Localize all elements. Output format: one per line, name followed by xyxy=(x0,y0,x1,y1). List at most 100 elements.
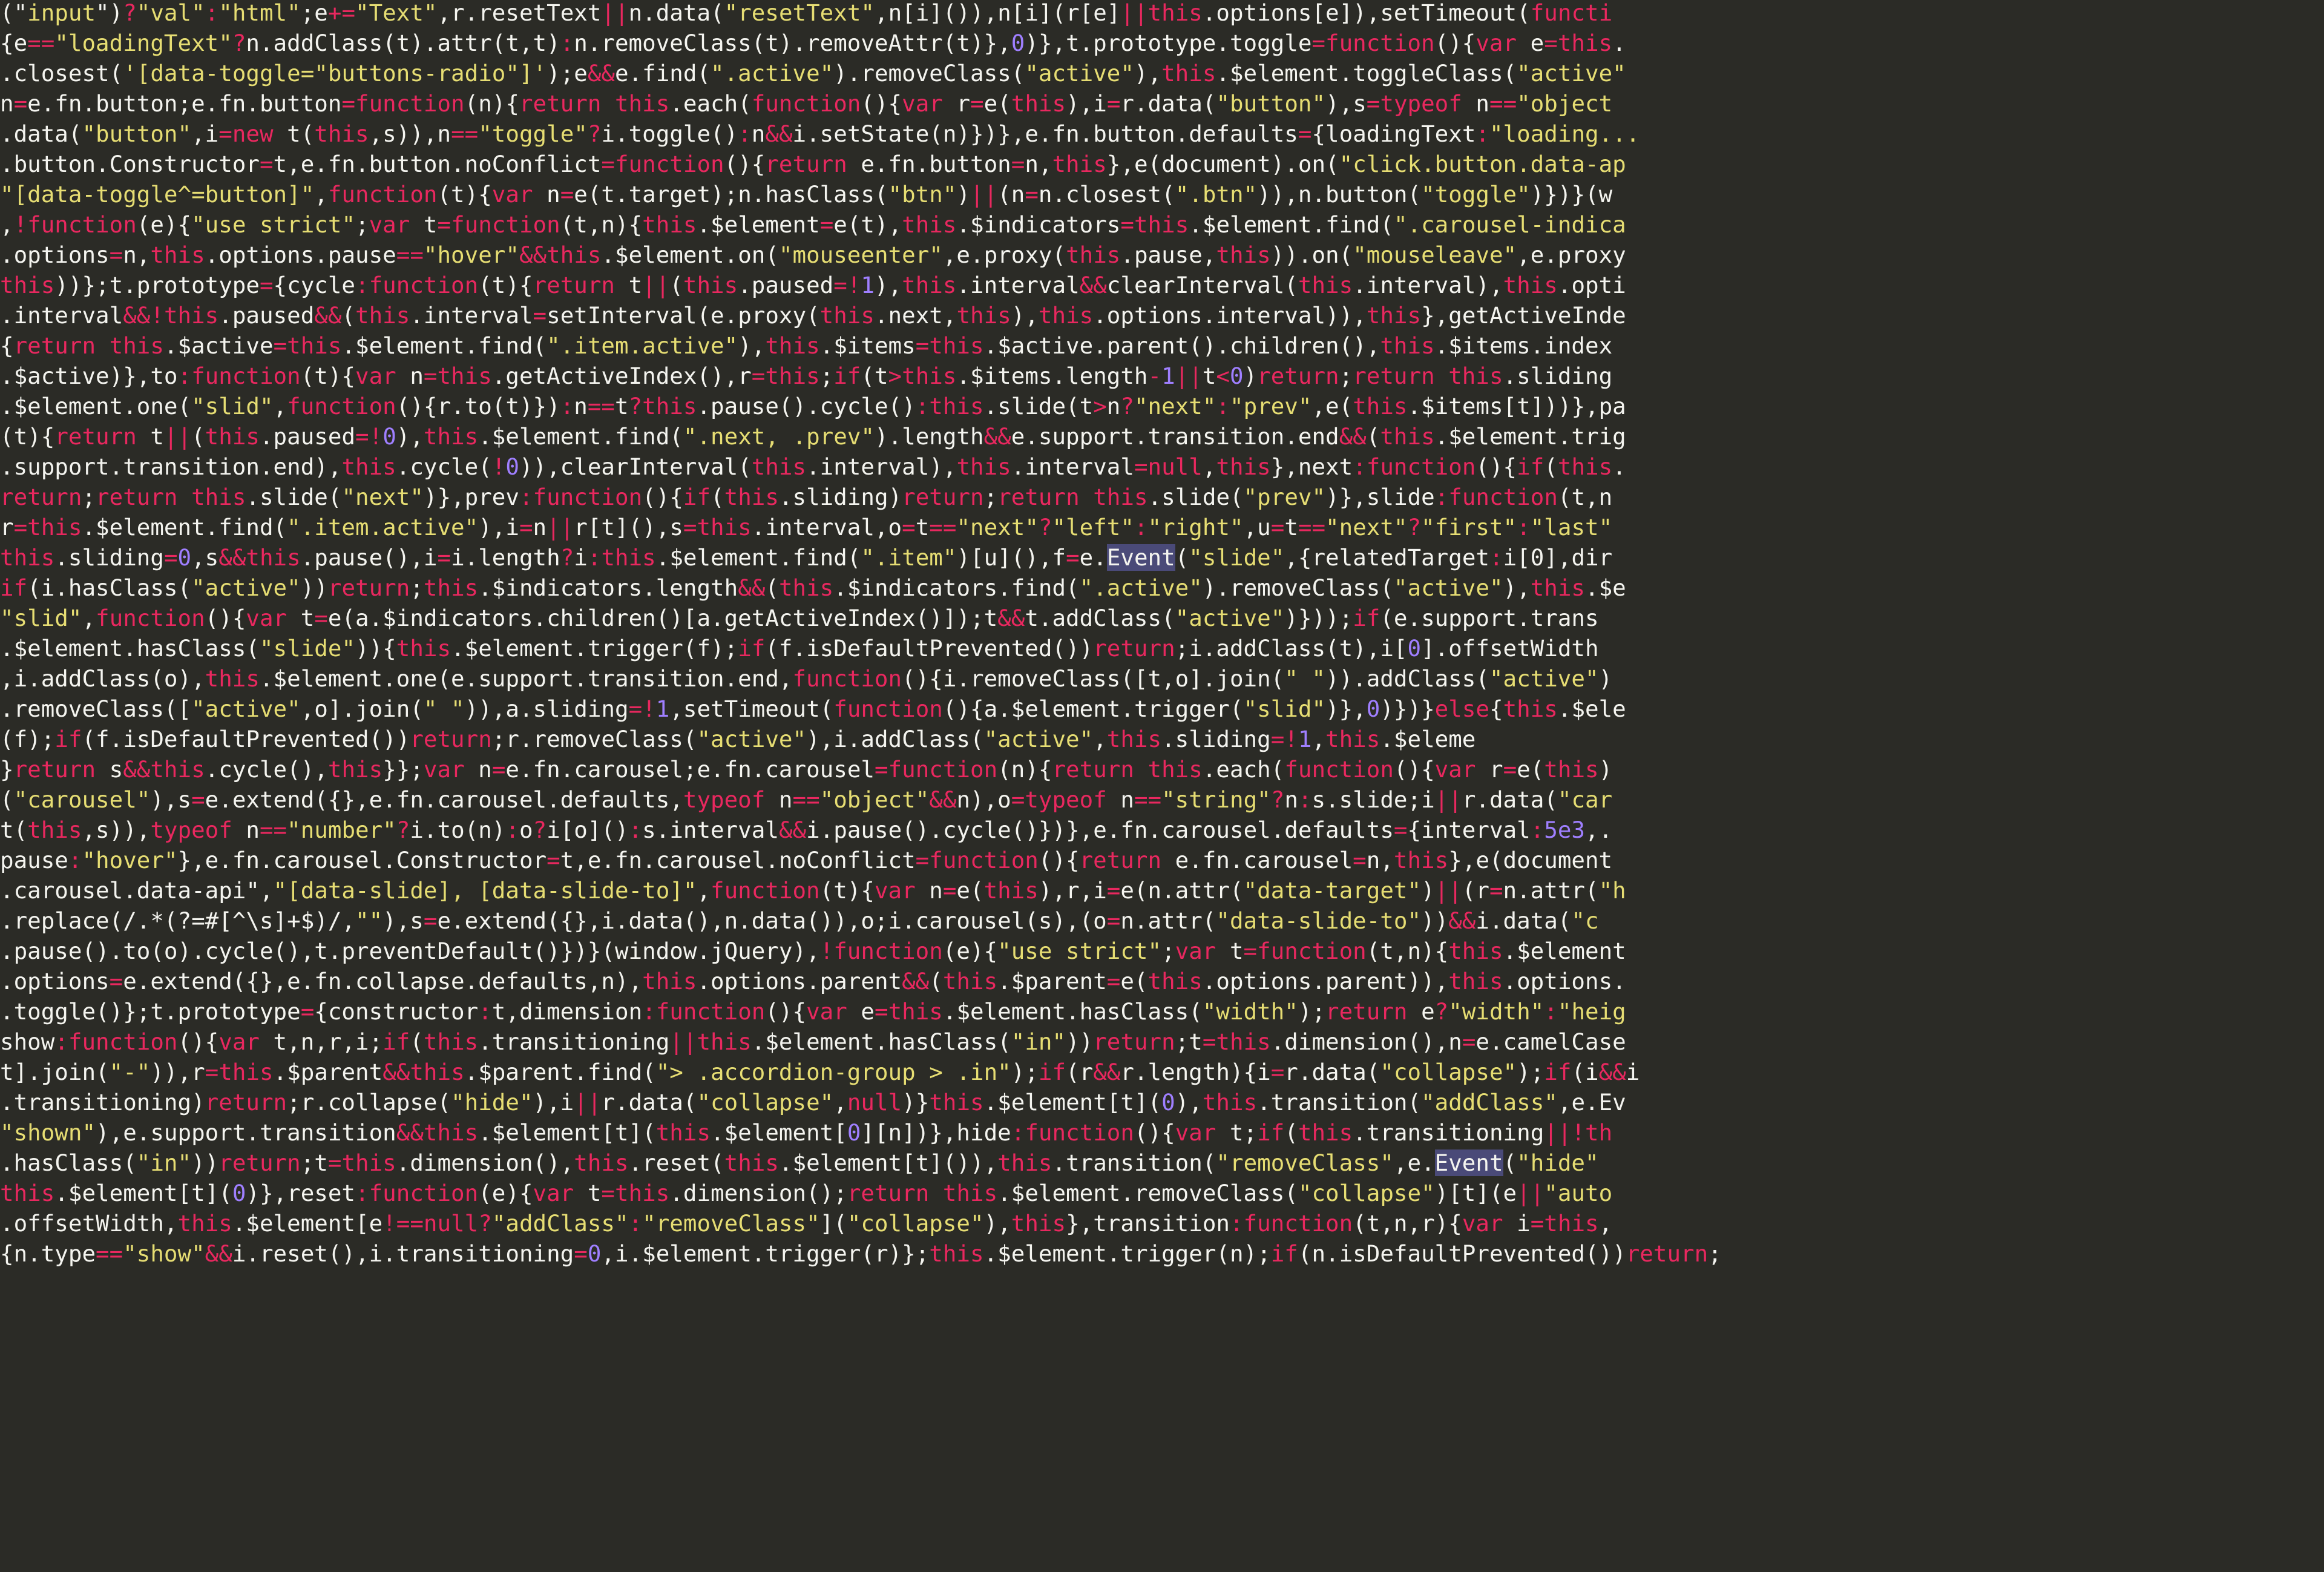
token-string: ".carousel-indica xyxy=(1393,211,1626,238)
token-plain: e.fn.carousel;e.fn.carousel xyxy=(505,756,875,783)
code-line[interactable]: .removeClass(["active",o].join(" ")),a.s… xyxy=(0,694,2324,724)
code-line[interactable]: .replace(/.*(?=#[^\s]+$)/,""),s=e.extend… xyxy=(0,906,2324,936)
token-plain: ,u xyxy=(1243,514,1271,541)
token-string: "slid" xyxy=(0,605,82,631)
token-plain: e(n.attr( xyxy=(1120,877,1244,904)
token-plain: .$element.find( xyxy=(341,332,547,359)
code-line[interactable]: .button.Constructor=t,e.fn.button.noConf… xyxy=(0,149,2324,179)
code-line[interactable]: ,!function(e){"use strict";var t=functio… xyxy=(0,209,2324,240)
code-line[interactable]: {return this.$active=this.$element.find(… xyxy=(0,331,2324,361)
token-string: "active" xyxy=(1489,665,1599,692)
token-keyword: this xyxy=(1448,968,1503,995)
token-string: ".next, .prev" xyxy=(683,423,875,450)
token-keyword: typeof xyxy=(150,817,232,843)
token-plain: (e){ xyxy=(136,211,192,238)
token-plain: (t){ xyxy=(437,181,492,208)
token-plain: )})} xyxy=(1380,696,1435,722)
token-keyword: this xyxy=(956,453,1011,480)
code-line[interactable]: .carousel.data-api","[data-slide], [data… xyxy=(0,875,2324,906)
code-line[interactable]: .closest('[data-toggle="buttons-radio"]'… xyxy=(0,58,2324,88)
token-keyword: = xyxy=(423,363,438,389)
code-line[interactable]: .interval&&!this.paused&&(this.interval=… xyxy=(0,300,2324,331)
token-plain: ( xyxy=(765,574,779,601)
token-keyword: = xyxy=(1462,1028,1476,1055)
code-line[interactable]: t].join("-")),r=this.$parent&&this.$pare… xyxy=(0,1057,2324,1087)
token-keyword: this xyxy=(27,817,82,843)
code-line[interactable]: .hasClass("in"))return;t=this.dimension(… xyxy=(0,1148,2324,1178)
token-keyword: function xyxy=(1448,484,1558,510)
code-line[interactable]: }return s&&this.cycle(),this}};var n=e.f… xyxy=(0,754,2324,784)
code-line[interactable]: show:function(){var t,n,r,i;if(this.tran… xyxy=(0,1027,2324,1057)
token-plain: )[u](),f xyxy=(956,544,1066,571)
token-string: ".btn" xyxy=(1175,181,1258,208)
token-plain: ).removeClass( xyxy=(1202,574,1394,601)
token-plain: ( xyxy=(0,786,14,813)
token-plain: r.data( xyxy=(1284,1059,1380,1085)
token-keyword: this xyxy=(410,1059,465,1085)
code-line[interactable]: this.$element[t](0)},reset:function(e){v… xyxy=(0,1178,2324,1208)
token-keyword: this xyxy=(0,1180,55,1206)
code-line[interactable]: {e=="loadingText"?n.addClass(t).attr(t,t… xyxy=(0,28,2324,58)
token-keyword: this xyxy=(642,393,697,419)
code-line[interactable]: r=this.$element.find(".item.active"),i=n… xyxy=(0,512,2324,542)
code-line[interactable]: n=e.fn.button;e.fn.button=function(n){re… xyxy=(0,88,2324,119)
token-plain: (t,n){ xyxy=(1366,938,1449,964)
code-line[interactable]: ("input")?"val":"html";e+="Text",r.reset… xyxy=(0,0,2324,28)
token-plain: .sliding xyxy=(54,544,164,571)
token-plain: setInterval(e.proxy( xyxy=(547,302,820,329)
token-plain: (){ xyxy=(724,151,766,177)
token-plain: n.attr( xyxy=(1120,907,1216,934)
code-line[interactable]: .$element.one("slid",function(){r.to(t)}… xyxy=(0,391,2324,421)
code-line[interactable]: ("carousel"),s=e.extend({},e.fn.carousel… xyxy=(0,784,2324,815)
token-string: '[data-toggle="buttons-radio"]' xyxy=(123,60,547,87)
code-line[interactable]: {n.type=="show"&&i.reset(),i.transitioni… xyxy=(0,1238,2324,1269)
token-plain: e xyxy=(1407,998,1435,1025)
token-keyword: = xyxy=(218,120,232,147)
token-keyword: var xyxy=(1175,1119,1216,1146)
token-keyword: = xyxy=(273,332,287,359)
code-line[interactable]: "slid",function(){var t=e(a.$indicators.… xyxy=(0,603,2324,633)
code-line[interactable]: .transitioning)return;r.collapse("hide")… xyxy=(0,1087,2324,1117)
token-keyword: : xyxy=(505,817,519,843)
code-line[interactable]: t(this,s)),typeof n=="number"?i.to(n):o?… xyxy=(0,815,2324,845)
token-keyword: this xyxy=(1544,1210,1599,1237)
code-line[interactable]: "[data-toggle^=button]",function(t){var … xyxy=(0,179,2324,209)
code-line[interactable]: this))};t.prototype={cycle:function(t){r… xyxy=(0,270,2324,300)
token-keyword: = xyxy=(902,514,916,541)
code-line[interactable]: .options=n,this.options.pause=="hover"&&… xyxy=(0,240,2324,270)
code-line[interactable]: this.sliding=0,s&&this.pause(),i=i.lengt… xyxy=(0,542,2324,573)
token-keyword: : xyxy=(1216,393,1230,419)
code-line[interactable]: return;return this.slide("next")},prev:f… xyxy=(0,482,2324,512)
token-number: 1 xyxy=(861,272,875,298)
token-plain: .button.Constructor xyxy=(0,151,260,177)
code-line[interactable]: ,i.addClass(o),this.$element.one(e.suppo… xyxy=(0,663,2324,694)
code-line[interactable]: "shown"),e.support.transition&&this.$ele… xyxy=(0,1117,2324,1148)
code-line[interactable]: (t){return t||(this.paused=!0),this.$ele… xyxy=(0,421,2324,452)
code-editor-viewport[interactable]: ("input")?"val":"html";e+="Text",r.reset… xyxy=(0,0,2324,1572)
token-keyword: = xyxy=(751,363,766,389)
code-text-area[interactable]: ("input")?"val":"html";e+="Text",r.reset… xyxy=(0,0,2324,1269)
code-line[interactable]: .toggle()};t.prototype={constructor:t,di… xyxy=(0,996,2324,1027)
code-line[interactable]: (f);if(f.isDefaultPrevented())return;r.r… xyxy=(0,724,2324,754)
code-line[interactable]: .offsetWidth,this.$element[e!==null?"add… xyxy=(0,1208,2324,1238)
token-string: ".active" xyxy=(711,60,834,87)
token-plain: .$active)},to xyxy=(0,363,178,389)
token-keyword: == xyxy=(451,120,479,147)
code-line[interactable]: .support.transition.end),this.cycle(!0))… xyxy=(0,452,2324,482)
code-line[interactable]: pause:"hover"},e.fn.carousel.Constructor… xyxy=(0,845,2324,875)
token-plain: ,{relatedTarget xyxy=(1284,544,1489,571)
token-keyword: : xyxy=(1353,453,1367,480)
code-line[interactable]: .data("button",i=new t(this,s)),n=="togg… xyxy=(0,119,2324,149)
token-plain: (r xyxy=(1066,1059,1094,1085)
token-plain: , xyxy=(1093,726,1107,752)
token-plain: .$items.length xyxy=(956,363,1148,389)
code-line[interactable]: .$element.hasClass("slide")){this.$eleme… xyxy=(0,633,2324,663)
code-line[interactable]: .options=e.extend({},e.fn.collapse.defau… xyxy=(0,966,2324,996)
code-line[interactable]: .$active)},to:function(t){var n=this.get… xyxy=(0,361,2324,391)
code-line[interactable]: if(i.hasClass("active"))return;this.$ind… xyxy=(0,573,2324,603)
token-keyword: var xyxy=(1475,30,1517,56)
code-line[interactable]: .pause().to(o).cycle(),t.preventDefault(… xyxy=(0,936,2324,966)
token-keyword: = xyxy=(915,332,930,359)
token-string: "width" xyxy=(1448,998,1544,1025)
token-string: "collapse" xyxy=(1298,1180,1435,1206)
